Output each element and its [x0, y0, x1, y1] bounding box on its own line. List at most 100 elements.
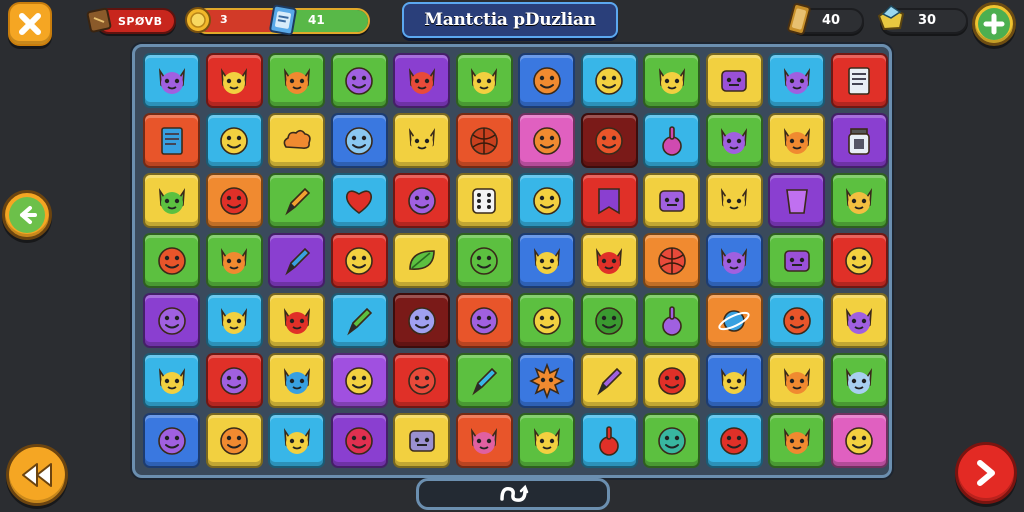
tile-r1-c11[interactable]: [768, 53, 825, 108]
tile-r3-c9[interactable]: [643, 173, 700, 228]
tile-r4-c10[interactable]: [705, 233, 763, 288]
close-icon: [19, 13, 41, 35]
tile-r6-c4[interactable]: [330, 353, 388, 408]
pin-icon: [599, 425, 619, 456]
tile-r4-c8[interactable]: [580, 233, 638, 288]
tile-r6-c6[interactable]: [455, 353, 513, 408]
tile-r5-c12[interactable]: [830, 293, 888, 348]
tile-r7-c12[interactable]: [830, 413, 888, 468]
tile-r3-c4[interactable]: [330, 173, 388, 228]
tile-r1-c9[interactable]: [643, 53, 700, 108]
tile-r3-c12[interactable]: [830, 173, 888, 228]
tile-r2-c6[interactable]: [455, 113, 513, 168]
tile-r7-c6[interactable]: [455, 413, 513, 468]
tile-r3-c5[interactable]: [393, 173, 450, 228]
tile-r4-c5[interactable]: [393, 233, 450, 288]
tile-r5-c8[interactable]: [580, 293, 638, 348]
dice-icon: [472, 187, 496, 214]
tile-r6-c12[interactable]: [830, 353, 888, 408]
cloud-icon: [283, 129, 311, 149]
tile-r2-c5[interactable]: [393, 113, 450, 168]
tile-r2-c7[interactable]: [518, 113, 575, 168]
tile-r2-c2[interactable]: [205, 113, 263, 168]
tile-r3-c6[interactable]: [455, 173, 513, 228]
tile-r2-c8[interactable]: [580, 113, 638, 168]
tile-r1-c8[interactable]: [580, 53, 638, 108]
cat-icon: [783, 367, 810, 394]
tile-r2-c4[interactable]: [330, 113, 388, 168]
rewind-button[interactable]: [6, 444, 68, 506]
tile-r3-c2[interactable]: [205, 173, 263, 228]
tile-r5-c6[interactable]: [455, 293, 513, 348]
sun-icon: [528, 362, 565, 399]
tile-r3-c11[interactable]: [768, 173, 825, 228]
tile-r7-c3[interactable]: [268, 413, 325, 468]
tile-r2-c12[interactable]: [830, 113, 888, 168]
tile-r5-c3[interactable]: [268, 293, 325, 348]
tile-r7-c5[interactable]: [393, 413, 450, 468]
tile-r4-c12[interactable]: [830, 233, 888, 288]
tile-r5-c1[interactable]: [143, 293, 200, 348]
tile-r7-c10[interactable]: [705, 413, 763, 468]
tile-r4-c11[interactable]: [768, 233, 825, 288]
cat-icon: [845, 187, 873, 214]
tile-r5-c7[interactable]: [518, 293, 575, 348]
tile-r1-c7[interactable]: [518, 53, 575, 108]
tile-r7-c11[interactable]: [768, 413, 825, 468]
tile-r3-c7[interactable]: [518, 173, 575, 228]
tile-r7-c2[interactable]: [205, 413, 263, 468]
tile-r2-c9[interactable]: [643, 113, 700, 168]
tile-r7-c8[interactable]: [580, 413, 638, 468]
tile-r1-c1[interactable]: [143, 53, 200, 108]
tile-r1-c6[interactable]: [455, 53, 513, 108]
tile-r6-c5[interactable]: [393, 353, 450, 408]
cat-icon: [783, 427, 810, 454]
cat-icon: [470, 67, 498, 94]
back-button[interactable]: [2, 190, 52, 240]
shuffle-bar[interactable]: [416, 478, 610, 510]
tile-r4-c1[interactable]: [143, 233, 200, 288]
tile-r5-c4[interactable]: [330, 293, 388, 348]
tile-r2-c1[interactable]: [143, 113, 200, 168]
tile-r6-c9[interactable]: [643, 353, 700, 408]
tile-r2-c10[interactable]: [705, 113, 763, 168]
next-button[interactable]: [955, 442, 1017, 504]
tile-r7-c4[interactable]: [330, 413, 388, 468]
tile-r4-c6[interactable]: [455, 233, 513, 288]
tile-r6-c2[interactable]: [205, 353, 263, 408]
add-button[interactable]: [972, 2, 1016, 46]
tile-r3-c3[interactable]: [268, 173, 325, 228]
close-button[interactable]: [8, 2, 52, 46]
tile-r3-c10[interactable]: [705, 173, 763, 228]
tile-r4-c7[interactable]: [518, 233, 575, 288]
tile-r3-c8[interactable]: [580, 173, 638, 228]
tile-r5-c10[interactable]: [705, 293, 763, 348]
tile-r6-c11[interactable]: [768, 353, 825, 408]
tile-r7-c7[interactable]: [518, 413, 575, 468]
tile-r1-c10[interactable]: [705, 53, 763, 108]
tile-r6-c7[interactable]: [518, 353, 575, 408]
tile-r1-c4[interactable]: [330, 53, 388, 108]
tile-r1-c3[interactable]: [268, 53, 325, 108]
tile-r4-c2[interactable]: [205, 233, 263, 288]
tile-r4-c3[interactable]: [268, 233, 325, 288]
tile-r2-c11[interactable]: [768, 113, 825, 168]
tile-r5-c2[interactable]: [205, 293, 263, 348]
tile-r4-c9[interactable]: [643, 233, 700, 288]
tile-r1-c5[interactable]: [393, 53, 450, 108]
tile-r5-c11[interactable]: [768, 293, 825, 348]
tile-r7-c9[interactable]: [643, 413, 700, 468]
tile-r6-c3[interactable]: [268, 353, 325, 408]
tile-r6-c1[interactable]: [143, 353, 200, 408]
tile-r5-c5[interactable]: [393, 293, 450, 348]
tile-r5-c9[interactable]: [643, 293, 700, 348]
tile-r7-c1[interactable]: [143, 413, 200, 468]
tile-r6-c10[interactable]: [705, 353, 763, 408]
tile-r1-c2[interactable]: [205, 53, 263, 108]
tile-r3-c1[interactable]: [143, 173, 200, 228]
tile-r1-c12[interactable]: [830, 53, 888, 108]
ticket-icon: [784, 2, 814, 36]
tile-r6-c8[interactable]: [580, 353, 638, 408]
tile-r4-c4[interactable]: [330, 233, 388, 288]
tile-r2-c3[interactable]: [268, 113, 325, 168]
